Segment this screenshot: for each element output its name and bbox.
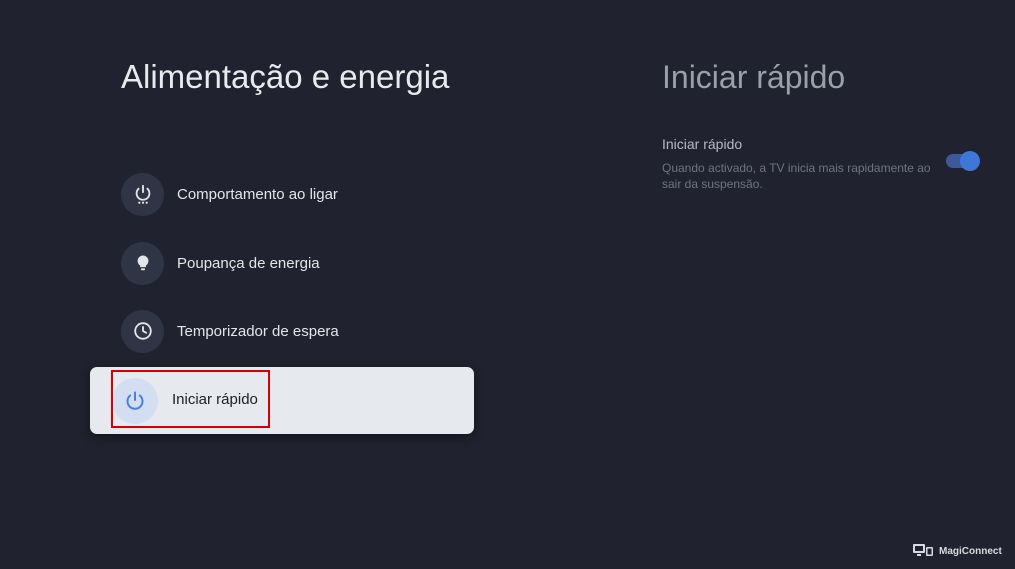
menu-item-label: Comportamento ao ligar xyxy=(177,185,338,203)
magiconnect-badge: MagiConnect xyxy=(912,543,1002,560)
clock-icon xyxy=(121,309,164,353)
cast-devices-icon xyxy=(912,543,934,560)
menu-item-power-on-behavior[interactable]: Comportamento ao ligar xyxy=(121,172,338,216)
menu-item-energy-saving[interactable]: Poupança de energia xyxy=(121,241,320,285)
setting-description: Quando activado, a TV inicia mais rapida… xyxy=(662,161,931,191)
detail-title: Iniciar rápido xyxy=(662,59,846,95)
settings-screen: Alimentação e energia Comportamento ao l… xyxy=(0,0,1015,569)
page-title: Alimentação e energia xyxy=(121,58,450,95)
menu-item-label: Poupança de energia xyxy=(177,254,320,272)
setting-title: Iniciar rápido xyxy=(662,136,743,152)
selection-highlight xyxy=(111,370,270,428)
brand-label: MagiConnect xyxy=(939,546,1002,557)
power-dots-icon xyxy=(121,172,164,216)
menu-item-sleep-timer[interactable]: Temporizador de espera xyxy=(121,309,339,353)
menu-item-label: Temporizador de espera xyxy=(177,322,339,340)
toggle-thumb xyxy=(960,151,980,171)
bulb-icon xyxy=(121,241,164,285)
quick-start-toggle[interactable] xyxy=(946,151,980,171)
